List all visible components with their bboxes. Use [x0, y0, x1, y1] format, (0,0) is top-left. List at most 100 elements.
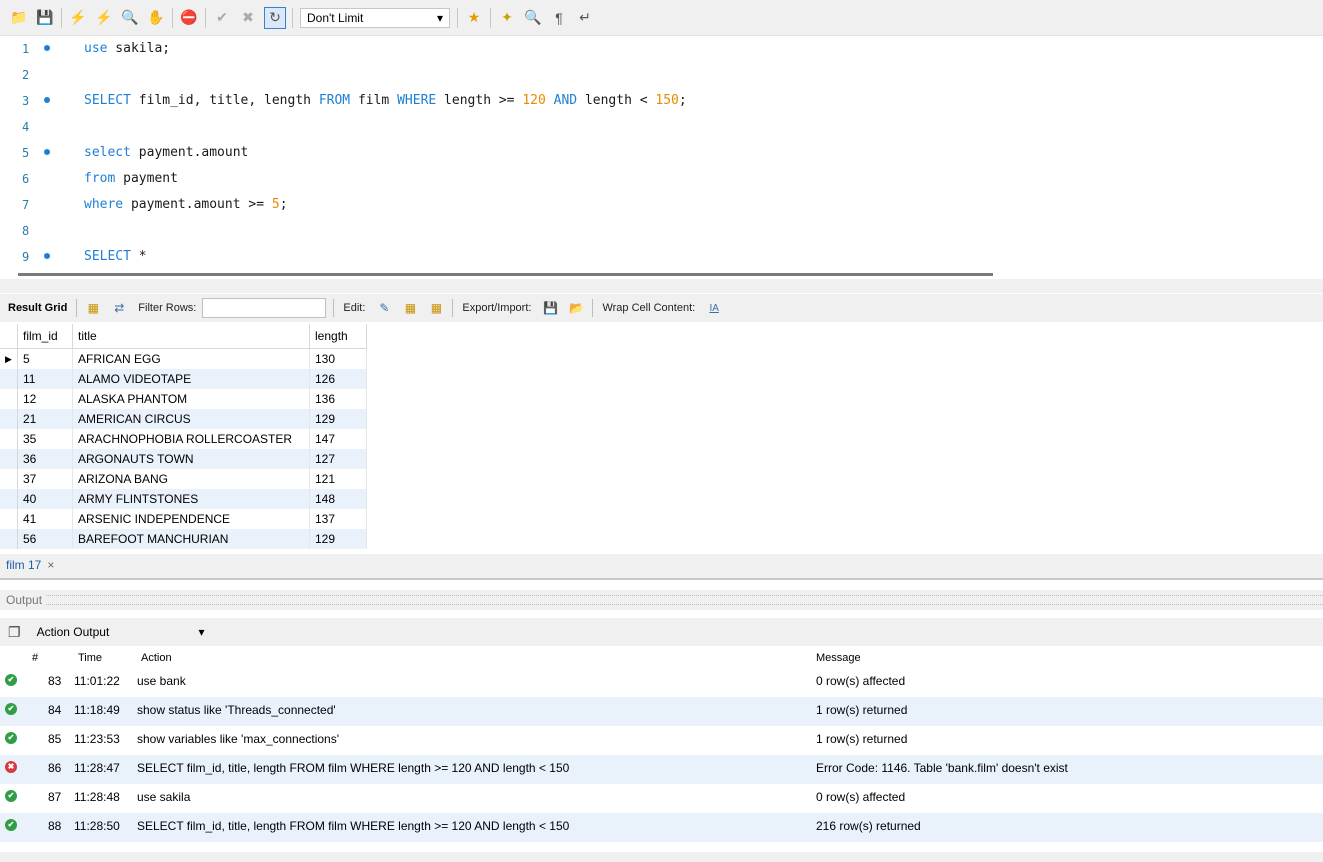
commit-icon[interactable]: ✔	[212, 8, 232, 28]
row-selector[interactable]	[0, 509, 18, 529]
splitter[interactable]	[0, 279, 1323, 293]
cell-length[interactable]: 129	[309, 409, 367, 429]
import-icon[interactable]: 📂	[566, 299, 586, 317]
output-row[interactable]: ✔ 84 11:18:49 show status like 'Threads_…	[0, 697, 1323, 726]
close-icon[interactable]: ×	[47, 558, 54, 572]
output-row[interactable]: ✖ 86 11:28:47 SELECT film_id, title, len…	[0, 755, 1323, 784]
cell-length[interactable]: 127	[309, 449, 367, 469]
cell-length[interactable]: 130	[309, 348, 367, 369]
column-header-film-id[interactable]: film_id	[17, 324, 73, 349]
row-selector[interactable]	[0, 469, 18, 489]
edit-row-icon[interactable]: ✎	[374, 299, 394, 317]
broom-icon[interactable]: ✦	[497, 8, 517, 28]
cell-film-id[interactable]: 11	[17, 369, 73, 389]
cell-film-id[interactable]: 35	[17, 429, 73, 449]
grid-layout-icon[interactable]: ▦	[83, 299, 103, 317]
cell-film-id[interactable]: 37	[17, 469, 73, 489]
refresh-icon[interactable]: ⇄	[109, 299, 129, 317]
cell-length[interactable]: 129	[309, 529, 367, 549]
execute-current-icon[interactable]: ⚡	[94, 8, 114, 28]
copy-icon[interactable]: ❐	[8, 624, 21, 641]
output-num: 85	[48, 732, 62, 746]
cell-film-id[interactable]: 36	[17, 449, 73, 469]
output-row[interactable]: ✔ 87 11:28:48 use sakila 0 row(s) affect…	[0, 784, 1323, 813]
sql-editor[interactable]: 1 use sakila; 2 3 SELECT film_id, title,…	[0, 36, 1323, 270]
toolbar-separator	[61, 7, 62, 28]
limit-rows-select[interactable]: Don't Limit ▾	[300, 7, 450, 28]
wrap-icon[interactable]: ↵	[575, 8, 595, 28]
column-header-message[interactable]: Message	[816, 652, 861, 664]
output-type-select[interactable]: Action Output ▾	[31, 621, 211, 643]
column-header-length[interactable]: length	[309, 324, 367, 349]
table-row[interactable]: 41 ARSENIC INDEPENDENCE 137	[0, 509, 367, 529]
table-row[interactable]: 40 ARMY FLINTSTONES 148	[0, 489, 367, 509]
table-row[interactable]: 35 ARACHNOPHOBIA ROLLERCOASTER 147	[0, 429, 367, 449]
delete-row-icon[interactable]: ▦	[426, 299, 446, 317]
row-selector[interactable]	[0, 429, 18, 449]
table-row[interactable]: 12 ALASKA PHANTOM 136	[0, 389, 367, 409]
save-icon[interactable]: 💾	[35, 8, 55, 28]
row-selector[interactable]	[0, 369, 18, 389]
statement-dot-icon	[44, 253, 50, 259]
cell-title[interactable]: ARIZONA BANG	[72, 469, 310, 489]
autocommit-icon[interactable]: ↻	[264, 6, 286, 29]
table-row[interactable]: 21 AMERICAN CIRCUS 129	[0, 409, 367, 429]
filter-rows-input[interactable]	[202, 298, 327, 318]
row-selector[interactable]	[0, 449, 18, 469]
cell-length[interactable]: 137	[309, 509, 367, 529]
cell-title[interactable]: ARGONAUTS TOWN	[72, 449, 310, 469]
cell-length[interactable]: 136	[309, 389, 367, 409]
table-row[interactable]: 11 ALAMO VIDEOTAPE 126	[0, 369, 367, 389]
table-row[interactable]: 37 ARIZONA BANG 121	[0, 469, 367, 489]
invisible-chars-icon[interactable]: ¶	[549, 8, 569, 28]
wrap-cell-icon[interactable]: IA	[704, 299, 724, 317]
add-row-icon[interactable]: ▦	[400, 299, 420, 317]
row-selector[interactable]	[0, 489, 18, 509]
cell-title[interactable]: ARACHNOPHOBIA ROLLERCOASTER	[72, 429, 310, 449]
cell-film-id[interactable]: 5	[17, 348, 73, 369]
cell-film-id[interactable]: 56	[17, 529, 73, 549]
beautify-star-icon[interactable]: ★	[464, 8, 484, 28]
row-selector[interactable]	[0, 409, 18, 429]
cell-title[interactable]: BAREFOOT MANCHURIAN	[72, 529, 310, 549]
cell-length[interactable]: 147	[309, 429, 367, 449]
table-row[interactable]: 56 BAREFOOT MANCHURIAN 129	[0, 529, 367, 549]
cell-film-id[interactable]: 40	[17, 489, 73, 509]
cell-length[interactable]: 148	[309, 489, 367, 509]
cell-title[interactable]: ARSENIC INDEPENDENCE	[72, 509, 310, 529]
column-header-num[interactable]: #	[32, 652, 38, 664]
execute-lightning-icon[interactable]: ⚡	[68, 8, 88, 28]
cell-length[interactable]: 126	[309, 369, 367, 389]
cell-film-id[interactable]: 12	[17, 389, 73, 409]
cell-title[interactable]: ALAMO VIDEOTAPE	[72, 369, 310, 389]
drag-handle[interactable]	[46, 595, 1323, 605]
cell-length[interactable]: 121	[309, 469, 367, 489]
toggle-error-icon[interactable]: ⛔	[179, 8, 199, 28]
find-icon[interactable]: 🔍	[523, 8, 543, 28]
cell-film-id[interactable]: 41	[17, 509, 73, 529]
result-grid-label[interactable]: Result Grid	[8, 302, 67, 314]
editor-horizontal-scrollbar[interactable]	[18, 273, 993, 276]
row-selector[interactable]	[0, 529, 18, 549]
cell-title[interactable]: ARMY FLINTSTONES	[72, 489, 310, 509]
cell-title[interactable]: AFRICAN EGG	[72, 348, 310, 369]
output-row[interactable]: ✔ 88 11:28:50 SELECT film_id, title, len…	[0, 813, 1323, 842]
tab-film-17[interactable]: film 17 ×	[6, 558, 54, 572]
table-row[interactable]: ▶ 5 AFRICAN EGG 130	[0, 348, 367, 369]
cell-film-id[interactable]: 21	[17, 409, 73, 429]
cell-title[interactable]: AMERICAN CIRCUS	[72, 409, 310, 429]
cell-title[interactable]: ALASKA PHANTOM	[72, 389, 310, 409]
rollback-icon[interactable]: ✖	[238, 8, 258, 28]
explain-magnifier-icon[interactable]: 🔍	[120, 8, 140, 28]
export-icon[interactable]: 💾	[540, 299, 560, 317]
table-row[interactable]: 36 ARGONAUTS TOWN 127	[0, 449, 367, 469]
column-header-action[interactable]: Action	[141, 652, 172, 664]
row-selector[interactable]	[0, 389, 18, 409]
open-folder-icon[interactable]: 📁	[9, 8, 29, 28]
output-row[interactable]: ✔ 85 11:23:53 show variables like 'max_c…	[0, 726, 1323, 755]
column-header-time[interactable]: Time	[78, 652, 102, 664]
column-header-title[interactable]: title	[72, 324, 310, 349]
output-row[interactable]: ✔ 83 11:01:22 use bank 0 row(s) affected	[0, 668, 1323, 697]
stop-icon[interactable]: ✋	[146, 8, 166, 28]
result-grid[interactable]: film_id title length ▶ 5 AFRICAN EGG 130…	[0, 324, 388, 554]
